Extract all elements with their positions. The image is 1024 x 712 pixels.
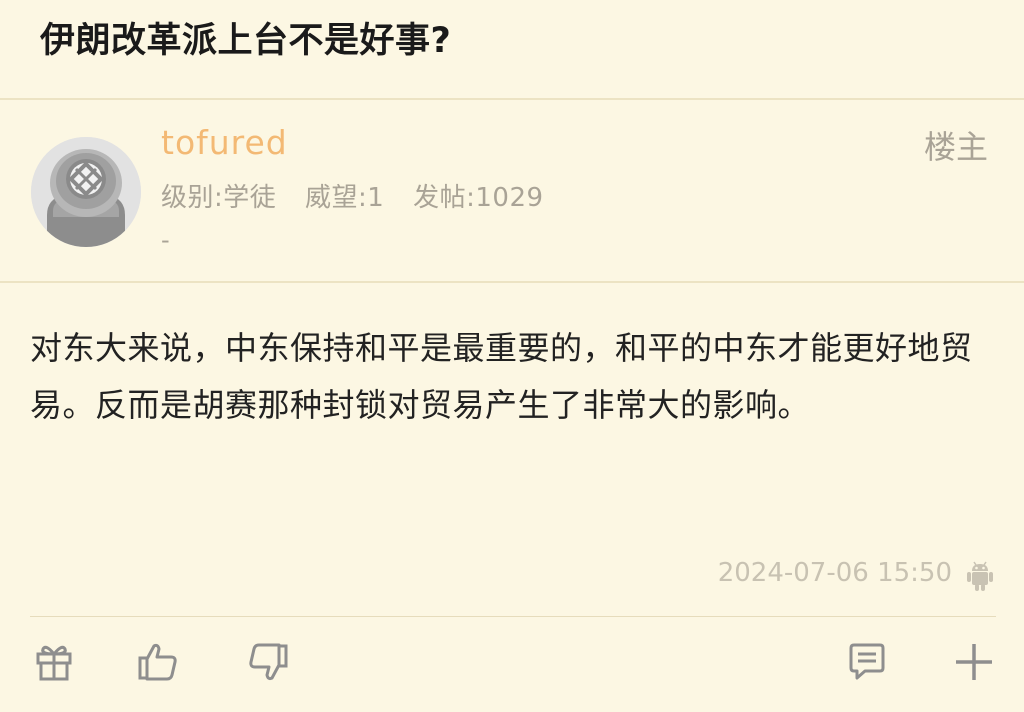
avatar[interactable] bbox=[31, 137, 141, 247]
author-username[interactable]: tofured bbox=[161, 123, 288, 162]
post-action-bar bbox=[0, 618, 1024, 712]
thumbs-down-icon bbox=[249, 643, 288, 681]
divider bbox=[30, 616, 996, 617]
post-content: 对东大来说，中东保持和平是最重要的，和平的中东才能更好地贸易。反而是胡赛那种封锁… bbox=[30, 329, 973, 424]
author-signature: - bbox=[161, 226, 170, 254]
gift-button[interactable] bbox=[32, 640, 76, 684]
like-button[interactable] bbox=[136, 640, 180, 684]
author-reputation: 威望:1 bbox=[305, 183, 385, 213]
add-button[interactable] bbox=[952, 640, 996, 684]
post-timestamp: 2024-07-06 15:50 bbox=[717, 558, 952, 588]
author-post-count: 发帖:1029 bbox=[413, 183, 544, 213]
post-title: 伊朗改革派上台不是好事? bbox=[40, 21, 452, 61]
dislike-button[interactable] bbox=[246, 640, 290, 684]
plus-icon bbox=[956, 644, 992, 680]
post-title-bar: 伊朗改革派上台不是好事? bbox=[0, 0, 1024, 98]
diving-helmet-icon bbox=[31, 137, 141, 247]
gift-icon bbox=[36, 645, 72, 681]
author-meta: 级别:学徒 威望:1 发帖:1029 bbox=[161, 177, 564, 214]
divider bbox=[0, 281, 1024, 283]
thumbs-up-icon bbox=[138, 643, 177, 681]
author-section: tofured 级别:学徒 威望:1 发帖:1029 - 楼主 bbox=[0, 100, 1024, 280]
comment-icon bbox=[849, 643, 885, 680]
author-level: 级别:学徒 bbox=[161, 183, 277, 213]
android-icon bbox=[967, 561, 993, 591]
floor-tag: 楼主 bbox=[923, 128, 988, 166]
comment-button[interactable] bbox=[845, 640, 889, 684]
